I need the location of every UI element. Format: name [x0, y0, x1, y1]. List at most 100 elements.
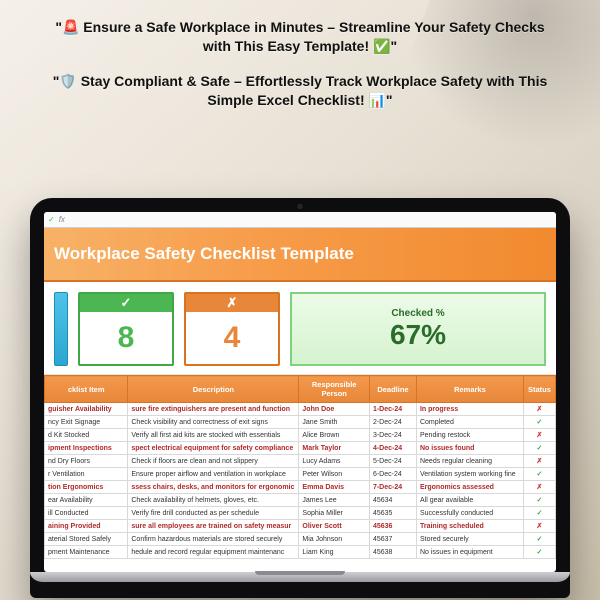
table-cell[interactable]: In progress — [416, 403, 523, 416]
col-person[interactable]: Responsible Person — [299, 376, 370, 403]
table-cell[interactable]: Check if floors are clean and not slippe… — [128, 455, 299, 468]
status-cell[interactable]: ✓ — [523, 546, 555, 559]
table-cell[interactable]: tion Ergonomics — [45, 481, 128, 494]
table-cell[interactable]: Peter Wilson — [299, 468, 370, 481]
status-cell[interactable]: ✗ — [523, 520, 555, 533]
bad-count-value: 4 — [224, 312, 241, 364]
table-cell[interactable]: Successfully conducted — [416, 507, 523, 520]
status-cell[interactable]: ✓ — [523, 468, 555, 481]
table-cell[interactable]: ear Availability — [45, 494, 128, 507]
table-cell[interactable]: Mark Taylor — [299, 442, 370, 455]
table-cell[interactable]: Lucy Adams — [299, 455, 370, 468]
formula-fx-label: fx — [59, 215, 65, 224]
table-cell[interactable]: spect electrical equipment for safety co… — [128, 442, 299, 455]
formula-accept-icon[interactable]: ✓ — [48, 215, 55, 224]
marketing-headlines: "🚨 Ensure a Safe Workplace in Minutes – … — [0, 18, 600, 126]
col-description[interactable]: Description — [128, 376, 299, 403]
dashboard-row: ✓ 8 ✗ 4 Checked % 67% — [44, 282, 556, 375]
table-cell[interactable]: No issues in equipment — [416, 546, 523, 559]
table-row[interactable]: ill ConductedVerify fire drill conducted… — [45, 507, 556, 520]
table-cell[interactable]: ncy Exit Signage — [45, 416, 128, 429]
status-cell[interactable]: ✗ — [523, 403, 555, 416]
table-cell[interactable]: Training scheduled — [416, 520, 523, 533]
table-cell[interactable]: Pending restock — [416, 429, 523, 442]
status-cell[interactable]: ✓ — [523, 507, 555, 520]
table-row[interactable]: nd Dry FloorsCheck if floors are clean a… — [45, 455, 556, 468]
table-cell[interactable]: sure all employees are trained on safety… — [128, 520, 299, 533]
table-cell[interactable]: 4-Dec-24 — [369, 442, 416, 455]
table-cell[interactable]: 7-Dec-24 — [369, 481, 416, 494]
status-cell[interactable]: ✓ — [523, 494, 555, 507]
table-cell[interactable]: 45635 — [369, 507, 416, 520]
table-cell[interactable]: Mia Johnson — [299, 533, 370, 546]
table-row[interactable]: tion Ergonomicsssess chairs, desks, and … — [45, 481, 556, 494]
table-cell[interactable]: ill Conducted — [45, 507, 128, 520]
col-deadline[interactable]: Deadline — [369, 376, 416, 403]
table-cell[interactable]: James Lee — [299, 494, 370, 507]
table-cell[interactable]: 45634 — [369, 494, 416, 507]
table-row[interactable]: d Kit StockedVerify all first aid kits a… — [45, 429, 556, 442]
table-row[interactable]: ncy Exit SignageCheck visibility and cor… — [45, 416, 556, 429]
status-cell[interactable]: ✗ — [523, 481, 555, 494]
table-cell[interactable]: pment Maintenance — [45, 546, 128, 559]
table-cell[interactable]: Liam King — [299, 546, 370, 559]
table-row[interactable]: r VentilationEnsure proper airflow and v… — [45, 468, 556, 481]
cross-icon: ✗ — [227, 295, 238, 311]
table-cell[interactable]: aining Provided — [45, 520, 128, 533]
table-cell[interactable]: Jane Smith — [299, 416, 370, 429]
status-cell[interactable]: ✗ — [523, 429, 555, 442]
table-cell[interactable]: hedule and record regular equipment main… — [128, 546, 299, 559]
table-cell[interactable]: Confirm hazardous materials are stored s… — [128, 533, 299, 546]
table-cell[interactable]: Completed — [416, 416, 523, 429]
table-cell[interactable]: Ensure proper airflow and ventilation in… — [128, 468, 299, 481]
table-cell[interactable]: ipment Inspections — [45, 442, 128, 455]
table-cell[interactable]: Sophia Miller — [299, 507, 370, 520]
table-cell[interactable]: No issues found — [416, 442, 523, 455]
sheet-title-band: Workplace Safety Checklist Template — [44, 228, 556, 282]
table-cell[interactable]: r Ventilation — [45, 468, 128, 481]
table-cell[interactable]: 45636 — [369, 520, 416, 533]
table-cell[interactable]: ssess chairs, desks, and monitors for er… — [128, 481, 299, 494]
table-cell[interactable]: 45637 — [369, 533, 416, 546]
table-row[interactable]: ipment Inspectionsspect electrical equip… — [45, 442, 556, 455]
status-cell[interactable]: ✓ — [523, 533, 555, 546]
table-cell[interactable]: Check visibility and correctness of exit… — [128, 416, 299, 429]
table-header-row: cklist Item Description Responsible Pers… — [45, 376, 556, 403]
formula-bar[interactable]: ✓ fx — [44, 212, 556, 228]
status-cell[interactable]: ✓ — [523, 416, 555, 429]
table-cell[interactable]: 45638 — [369, 546, 416, 559]
table-cell[interactable]: Verify fire drill conducted as per sched… — [128, 507, 299, 520]
table-cell[interactable]: 1-Dec-24 — [369, 403, 416, 416]
table-row[interactable]: aterial Stored SafelyConfirm hazardous m… — [45, 533, 556, 546]
table-cell[interactable]: Ventilation system working fine — [416, 468, 523, 481]
table-cell[interactable]: d Kit Stocked — [45, 429, 128, 442]
status-cell[interactable]: ✗ — [523, 455, 555, 468]
table-row[interactable]: pment Maintenancehedule and record regul… — [45, 546, 556, 559]
table-cell[interactable]: Ergonomics assessed — [416, 481, 523, 494]
table-row[interactable]: guisher Availabilitysure fire extinguish… — [45, 403, 556, 416]
table-cell[interactable]: Stored securely — [416, 533, 523, 546]
col-status[interactable]: Status — [523, 376, 555, 403]
col-remarks[interactable]: Remarks — [416, 376, 523, 403]
table-cell[interactable]: nd Dry Floors — [45, 455, 128, 468]
table-row[interactable]: aining Providedsure all employees are tr… — [45, 520, 556, 533]
table-cell[interactable]: Emma Davis — [299, 481, 370, 494]
col-item[interactable]: cklist Item — [45, 376, 128, 403]
table-cell[interactable]: John Doe — [299, 403, 370, 416]
table-cell[interactable]: Verify all first aid kits are stocked wi… — [128, 429, 299, 442]
table-cell[interactable]: guisher Availability — [45, 403, 128, 416]
table-cell[interactable]: Alice Brown — [299, 429, 370, 442]
table-cell[interactable]: Oliver Scott — [299, 520, 370, 533]
table-cell[interactable]: 6-Dec-24 — [369, 468, 416, 481]
table-cell[interactable]: 5-Dec-24 — [369, 455, 416, 468]
table-cell[interactable]: 3-Dec-24 — [369, 429, 416, 442]
table-cell[interactable]: All gear available — [416, 494, 523, 507]
table-cell[interactable]: aterial Stored Safely — [45, 533, 128, 546]
status-cell[interactable]: ✓ — [523, 442, 555, 455]
table-cell[interactable]: Check availability of helmets, gloves, e… — [128, 494, 299, 507]
table-row[interactable]: ear AvailabilityCheck availability of he… — [45, 494, 556, 507]
table-cell[interactable]: 2-Dec-24 — [369, 416, 416, 429]
table-cell[interactable]: sure fire extinguishers are present and … — [128, 403, 299, 416]
table-cell[interactable]: Needs regular cleaning — [416, 455, 523, 468]
ok-count-card: ✓ 8 — [78, 292, 174, 366]
